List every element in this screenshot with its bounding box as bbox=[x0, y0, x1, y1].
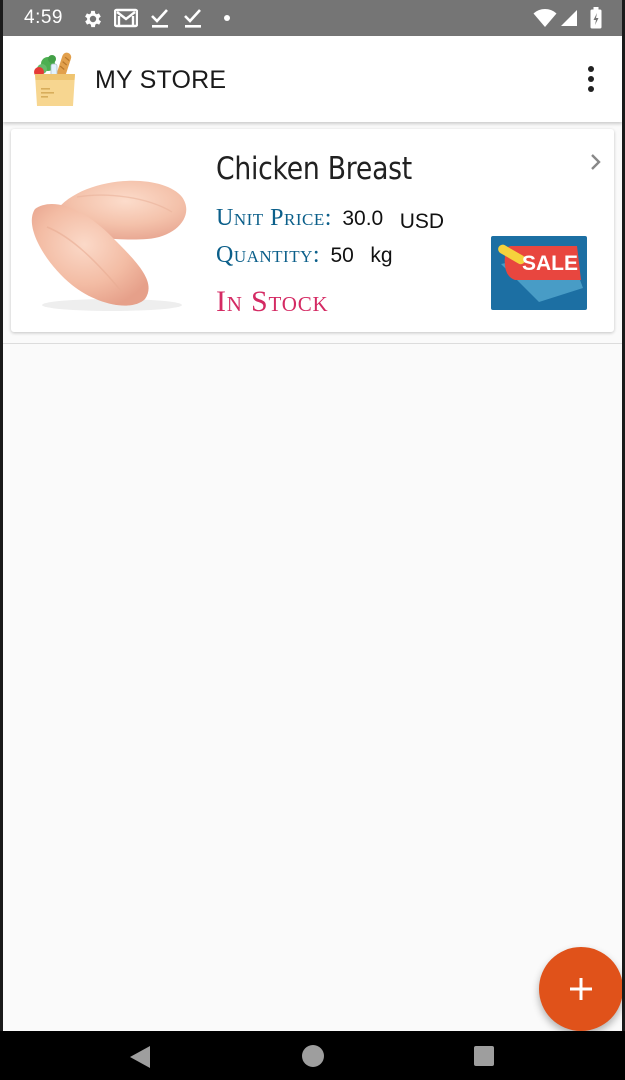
grocery-bag-icon bbox=[34, 52, 75, 106]
unit-price-label: Unit Price: bbox=[216, 205, 332, 231]
sale-badge-text: SALE bbox=[522, 252, 578, 275]
notification-dot-icon bbox=[224, 15, 230, 21]
quantity-row: Quantity: 50 kg bbox=[216, 242, 393, 269]
quantity-value: 50 bbox=[330, 244, 354, 267]
wifi-icon bbox=[533, 9, 557, 27]
battery-icon bbox=[590, 7, 602, 29]
gear-icon bbox=[85, 10, 101, 28]
app-title: MY STORE bbox=[95, 66, 227, 94]
sale-badge: SALE bbox=[491, 236, 587, 310]
navigation-bar bbox=[0, 1031, 625, 1080]
recents-icon[interactable] bbox=[473, 1045, 495, 1067]
chicken-breast-image bbox=[31, 180, 187, 311]
app-bar: MY STORE bbox=[3, 36, 622, 122]
status-time: 4:59 bbox=[24, 7, 63, 28]
device-frame-left bbox=[0, 0, 3, 1080]
overflow-menu-icon[interactable] bbox=[581, 66, 603, 94]
add-product-button[interactable] bbox=[539, 947, 623, 1031]
list-divider bbox=[3, 343, 622, 344]
back-icon[interactable] bbox=[128, 1044, 152, 1070]
signal-icon bbox=[561, 10, 577, 26]
check-icon bbox=[184, 9, 201, 28]
status-bar: 4:59 bbox=[0, 0, 625, 36]
quantity-label: Quantity: bbox=[216, 242, 321, 268]
unit-price-value: 30.0 bbox=[342, 207, 384, 230]
quantity-unit: kg bbox=[370, 244, 393, 267]
unit-price-row: Unit Price: 30.0 USD bbox=[216, 205, 445, 233]
currency-label: USD bbox=[399, 210, 445, 233]
home-icon[interactable] bbox=[301, 1044, 325, 1068]
check-icon bbox=[151, 9, 168, 28]
product-card[interactable]: Chicken Breast Unit Price: 30.0 USD Quan… bbox=[11, 129, 614, 332]
chevron-right-icon[interactable] bbox=[589, 153, 603, 171]
gmail-icon bbox=[114, 8, 138, 28]
product-name: Chicken Breast bbox=[216, 151, 412, 187]
stock-status: In Stock bbox=[216, 285, 329, 318]
plus-icon bbox=[570, 978, 592, 1000]
